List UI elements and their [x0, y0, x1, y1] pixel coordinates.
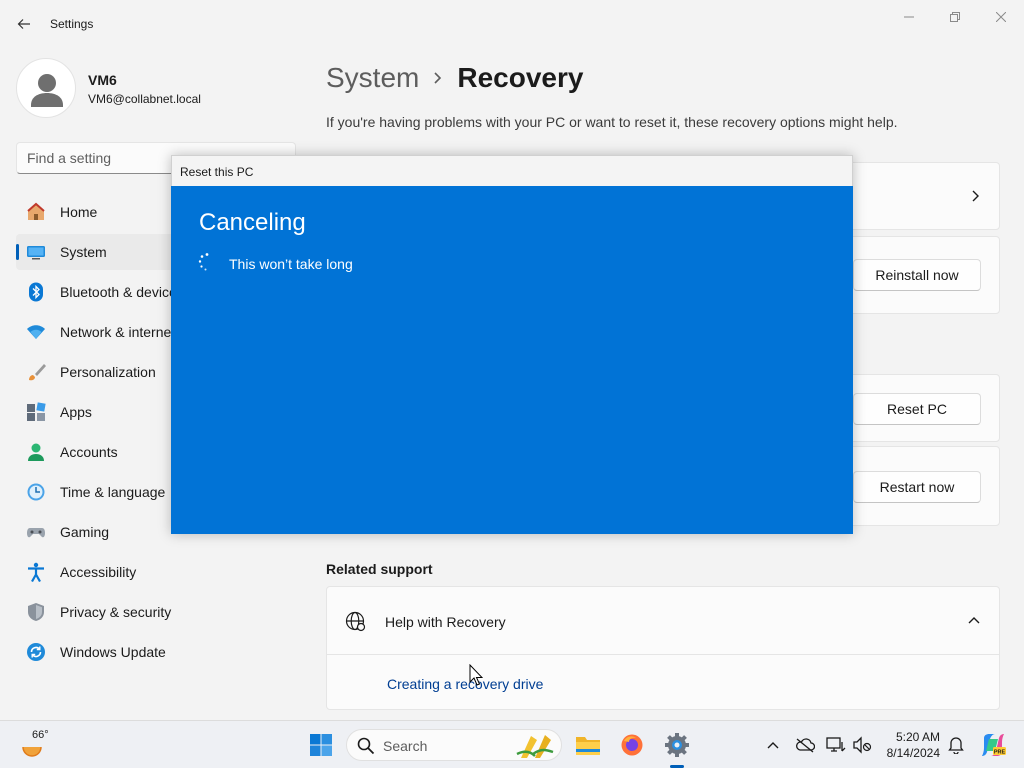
- dialog-heading: Canceling: [199, 209, 306, 236]
- firefox-button[interactable]: [616, 729, 648, 761]
- close-button[interactable]: [978, 6, 1024, 28]
- clock-time: 5:20 AM: [895, 730, 940, 744]
- show-hidden-icons-button[interactable]: [763, 735, 783, 755]
- accounts-icon: [28, 443, 44, 461]
- clock-date: 8/14/2024: [886, 746, 940, 760]
- apps-icon: [27, 402, 46, 421]
- user-name: VM6: [88, 72, 117, 88]
- help-title: Help with Recovery: [385, 614, 506, 630]
- minimize-icon: [904, 16, 914, 18]
- spinner-icon: [198, 253, 209, 271]
- title-bar: Settings: [0, 0, 1024, 48]
- wifi-icon: [27, 325, 45, 339]
- svg-text:PRE: PRE: [994, 750, 1006, 756]
- user-profile[interactable]: VM6 VM6@collabnet.local: [16, 58, 296, 118]
- taskbar-search-label: Search: [383, 738, 428, 754]
- cloud-offline-icon: [796, 738, 815, 753]
- back-button[interactable]: [14, 14, 34, 34]
- breadcrumb: System Recovery: [326, 58, 583, 98]
- sidebar-item-privacy[interactable]: Privacy & security: [16, 594, 296, 630]
- brush-icon: [29, 364, 46, 381]
- reset-pc-dialog: Reset this PC Canceling This won’t take …: [171, 155, 853, 534]
- gear-icon: [665, 733, 689, 757]
- taskbar-search[interactable]: Search: [346, 729, 562, 761]
- recovery-drive-link[interactable]: Creating a recovery drive: [387, 676, 543, 692]
- taskbar-clock[interactable]: 5:20 AM 8/14/2024: [880, 729, 940, 761]
- windows-logo-icon: [310, 734, 332, 756]
- search-icon: [357, 737, 375, 755]
- page-title: Recovery: [457, 62, 584, 93]
- maximize-button[interactable]: [932, 6, 978, 28]
- restore-icon: [950, 12, 960, 22]
- dialog-title: Reset this PC: [180, 165, 254, 179]
- bell-icon: [948, 737, 964, 754]
- bluetooth-icon: [29, 282, 43, 302]
- taskbar: 66° Search 5:20 AM 8/14/2024 PRE: [0, 720, 1024, 768]
- avatar: [16, 58, 76, 118]
- person-icon: [31, 74, 63, 107]
- chevron-up-icon[interactable]: [967, 615, 981, 625]
- gamepad-icon: [27, 528, 45, 538]
- help-card: Help with Recovery Creating a recovery d…: [326, 586, 1000, 710]
- volume-button[interactable]: [852, 735, 872, 755]
- help-header[interactable]: Help with Recovery: [327, 587, 999, 655]
- onedrive-button[interactable]: [795, 735, 815, 755]
- system-icon: [27, 246, 45, 260]
- shield-icon: [28, 603, 44, 621]
- folder-icon: [576, 737, 600, 755]
- mouse-cursor-icon: [469, 664, 483, 686]
- breadcrumb-parent[interactable]: System: [326, 62, 419, 94]
- restart-now-button[interactable]: Restart now: [853, 471, 981, 503]
- settings-taskbar-button[interactable]: [661, 729, 693, 761]
- reset-pc-button[interactable]: Reset PC: [853, 393, 981, 425]
- dialog-message: This won’t take long: [229, 256, 353, 272]
- start-button[interactable]: [305, 729, 337, 761]
- file-explorer-button[interactable]: [572, 729, 604, 761]
- update-icon: [27, 643, 45, 661]
- close-icon: [996, 12, 1006, 22]
- weather-temperature: 66°: [32, 729, 49, 741]
- dialog-title-bar: Reset this PC: [171, 155, 853, 186]
- back-arrow-icon: [17, 19, 30, 29]
- firefox-icon: [621, 734, 643, 756]
- volume-muted-icon: [853, 736, 872, 754]
- related-support-heading: Related support: [326, 561, 433, 577]
- chevron-right-icon: [434, 72, 442, 84]
- breadcrumb-separator: [433, 71, 443, 85]
- minimize-button[interactable]: [886, 6, 932, 28]
- copilot-button[interactable]: PRE: [980, 732, 1006, 758]
- search-highlight-icon: [516, 735, 554, 758]
- monitor-network-icon: [826, 737, 846, 752]
- copilot-icon: PRE: [982, 734, 1006, 756]
- sidebar-item-windows-update[interactable]: Windows Update: [16, 634, 296, 670]
- home-icon: [27, 202, 45, 220]
- network-status-button[interactable]: [826, 735, 846, 755]
- page-description: If you're having problems with your PC o…: [326, 114, 898, 130]
- clock-icon: [27, 483, 45, 501]
- app-title: Settings: [50, 17, 94, 31]
- chevron-right-icon: [972, 190, 979, 202]
- sidebar-item-accessibility[interactable]: Accessibility: [16, 554, 296, 590]
- notifications-button[interactable]: [946, 735, 966, 755]
- dialog-body: Canceling This won’t take long: [171, 186, 853, 534]
- user-email: VM6@collabnet.local: [88, 92, 201, 106]
- chevron-up-icon: [767, 742, 779, 749]
- reinstall-now-button[interactable]: Reinstall now: [853, 259, 981, 291]
- accessibility-icon: [28, 562, 44, 582]
- globe-icon: [345, 611, 366, 632]
